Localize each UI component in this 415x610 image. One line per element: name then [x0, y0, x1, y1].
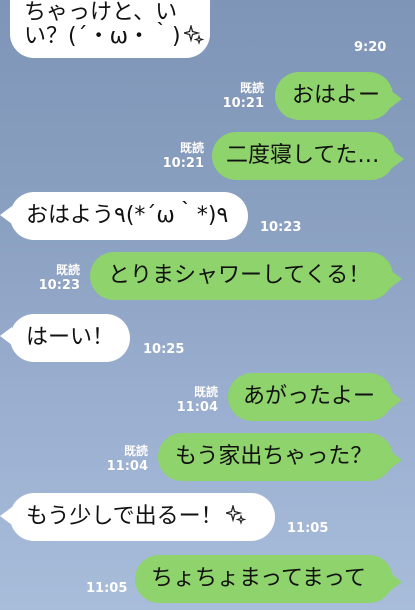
message-bubble[interactable]: もう家出ちゃった？	[158, 433, 393, 481]
message-text: もう家出ちゃった？	[175, 444, 373, 469]
message-time: 11:04	[106, 459, 148, 474]
chat-thread[interactable]: ちゃっけと、い い？(´・ω・｀) 9:20 既読 10:21 おはよー 既読 …	[0, 0, 415, 610]
message-text: とりまシャワーしてくる！	[108, 263, 371, 288]
read-receipt: 既読	[123, 444, 148, 458]
sparkle-icon	[183, 25, 204, 45]
message-time: 10:21	[222, 96, 264, 111]
message-bubble[interactable]: ちょちょまってまって	[135, 555, 393, 603]
message-text: ちょちょまってまって	[151, 566, 366, 591]
message-meta: 既読 10:23	[34, 262, 80, 294]
message-time: 10:21	[162, 156, 204, 171]
message-bubble[interactable]: 二度寝してた…	[212, 132, 395, 180]
bubble-tail	[390, 451, 402, 469]
message-time: 11:05	[86, 581, 128, 596]
read-receipt: 既読	[239, 81, 264, 95]
message-text: おはよー	[292, 83, 381, 108]
read-receipt: 既読	[179, 141, 204, 155]
message-bubble[interactable]: もう少しで出るー！	[10, 493, 275, 541]
bubble-tail	[392, 150, 404, 168]
message-time: 10:23	[38, 278, 80, 293]
bubble-tail	[390, 270, 402, 288]
message-bubble[interactable]: ちゃっけと、い い？(´・ω・｀)	[10, 0, 210, 58]
message-time: 10:25	[143, 342, 185, 357]
message-text-line-1: ちゃっけと、い	[24, 0, 178, 25]
message-meta: 既読 11:04	[102, 443, 148, 475]
read-receipt: 既読	[193, 385, 218, 399]
message-text: 二度寝してた…	[226, 143, 380, 168]
message-time: 11:04	[176, 400, 218, 415]
message-meta: 既読 10:21	[158, 140, 204, 172]
bubble-tail	[390, 90, 402, 108]
message-text-line-2: い？(´・ω・｀)	[24, 24, 181, 49]
message-text: あがったよー	[243, 384, 376, 409]
message-time: 11:05	[287, 521, 329, 536]
message-bubble[interactable]: おはよー	[275, 72, 393, 120]
message-bubble[interactable]: あがったよー	[228, 373, 393, 421]
message-bubble[interactable]: とりまシャワーしてくる！	[90, 252, 393, 300]
message-meta: 既読 10:21	[218, 80, 264, 112]
message-text: はーい！	[26, 325, 115, 350]
message-bubble[interactable]: おはよう٩(*´ω｀*)٩	[10, 192, 248, 240]
sparkle-icon	[225, 505, 246, 525]
message-bubble[interactable]: はーい！	[10, 314, 130, 362]
message-meta: 既読 11:04	[172, 384, 218, 416]
message-text: もう少しで出るー！	[26, 504, 223, 529]
message-time: 10:23	[260, 220, 302, 235]
message-text: おはよう٩(*´ω｀*)٩	[26, 203, 229, 228]
bubble-tail	[390, 573, 402, 591]
message-time: 9:20	[354, 40, 387, 55]
read-receipt: 既読	[55, 263, 80, 277]
bubble-tail	[390, 391, 402, 409]
